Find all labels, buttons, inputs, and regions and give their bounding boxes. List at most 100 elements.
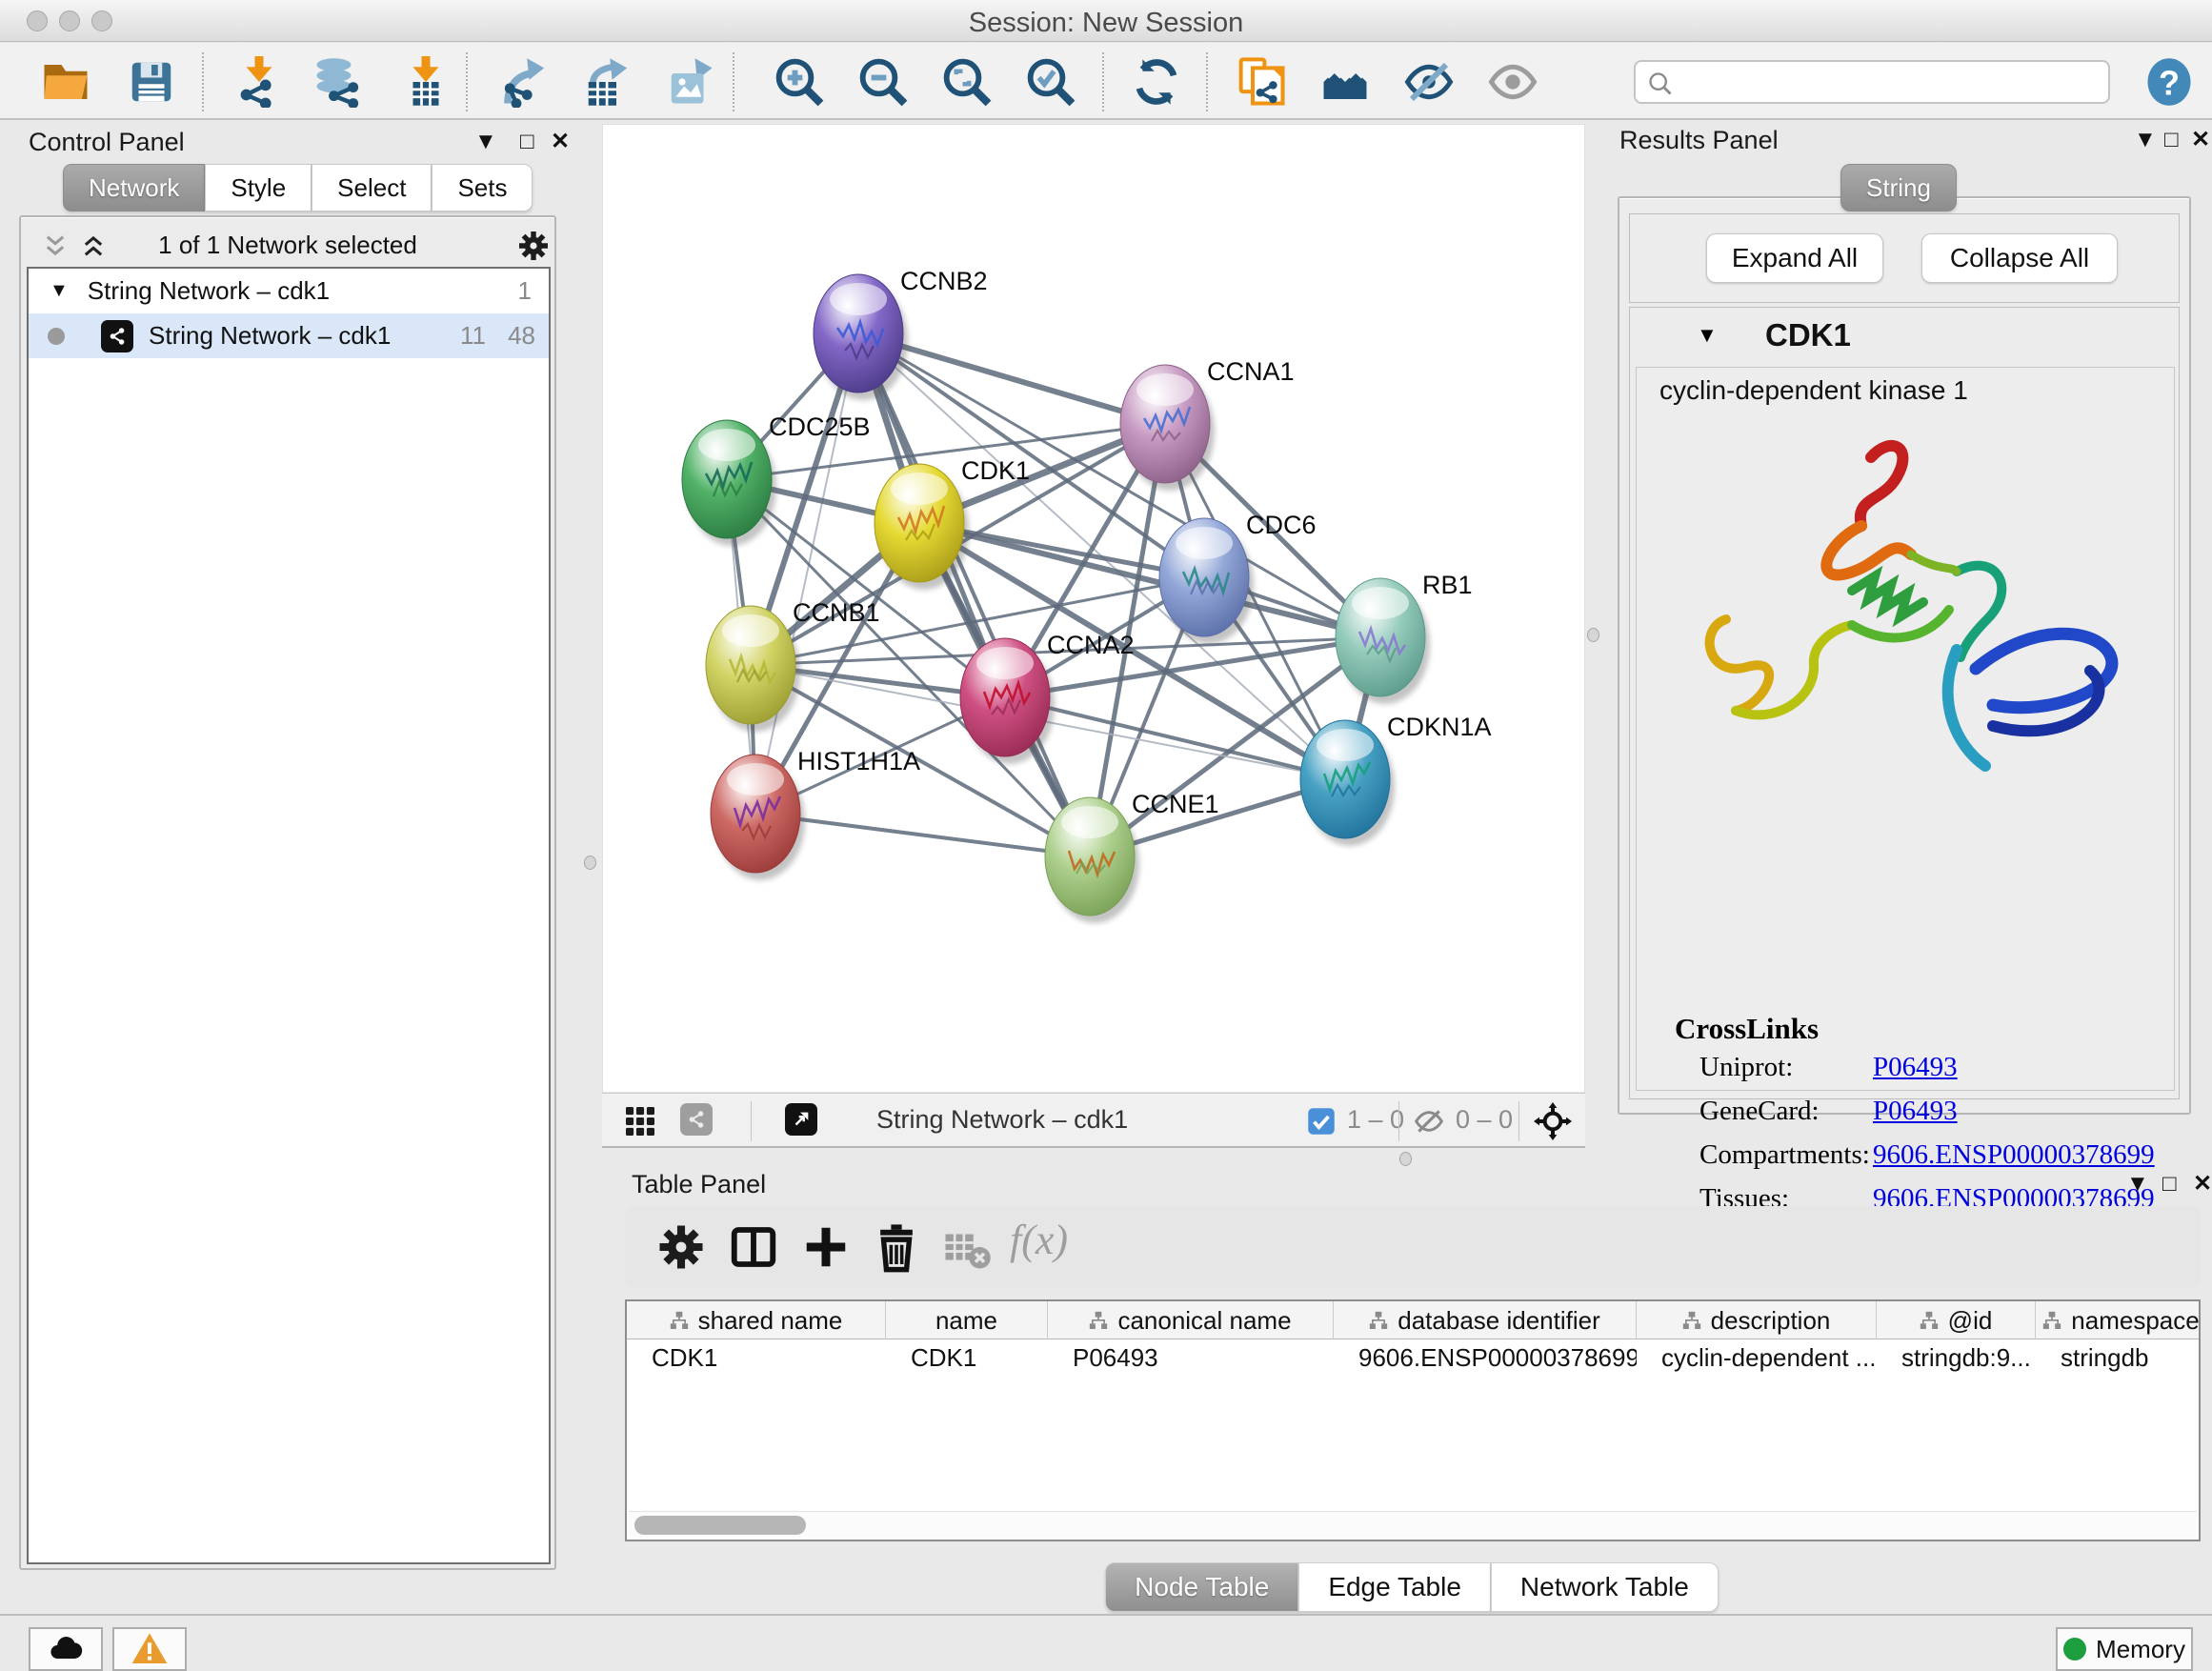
hidden-counter: 0 – 0 [1456, 1105, 1513, 1135]
float-menu-icon[interactable]: ▼ [2134, 126, 2157, 154]
cloud-icon [47, 1630, 85, 1668]
tab-network-table[interactable]: Network Table [1491, 1562, 1719, 1612]
network-node-CDC6[interactable]: CDC6 [1159, 511, 1317, 644]
tab-node-table[interactable]: Node Table [1105, 1562, 1298, 1612]
tab-style[interactable]: Style [205, 164, 312, 211]
collection-count: 1 [518, 276, 532, 306]
hide-selected-icon[interactable] [1403, 56, 1455, 108]
network-row-selected[interactable]: String Network – cdk1 11 48 [29, 313, 549, 358]
network-node-CDC25B[interactable]: CDC25B [682, 413, 871, 546]
close-panel-icon[interactable]: ✕ [2191, 126, 2210, 154]
crosslink-value-link[interactable]: 9606.ENSP00000378699 [1873, 1139, 2155, 1171]
clone-network-icon[interactable] [1236, 56, 1287, 108]
column-header--id[interactable]: @id [1877, 1301, 2036, 1339]
nested-networks-icon[interactable] [1319, 56, 1371, 108]
disclosure-triangle-icon[interactable]: ▼ [50, 280, 69, 302]
tab-string[interactable]: String [1840, 164, 1957, 211]
export-network-icon[interactable] [499, 56, 551, 108]
float-window-icon[interactable]: □ [520, 128, 534, 156]
pan-crosshair-icon[interactable] [1534, 1102, 1572, 1140]
delete-column-icon[interactable] [871, 1221, 922, 1273]
float-window-icon[interactable]: □ [2162, 1170, 2177, 1198]
network-node-CCNB1[interactable]: CCNB1 [706, 598, 880, 732]
table-cell[interactable]: CDK1 [886, 1339, 1048, 1378]
tab-edge-table[interactable]: Edge Table [1298, 1562, 1491, 1612]
network-node-RB1[interactable]: RB1 [1336, 571, 1473, 704]
network-node-CCNA1[interactable]: CCNA1 [1120, 357, 1295, 491]
export-table-icon[interactable] [582, 56, 633, 108]
close-panel-icon[interactable]: ✕ [2193, 1170, 2212, 1198]
string-network-graph[interactable]: CCNB2 CCNA1 CDC25BCDK1 CDC6RB1 CCNB1 CCNA2 CDK… [603, 125, 1586, 1094]
import-network-icon[interactable] [233, 56, 285, 108]
save-session-icon[interactable] [126, 56, 177, 108]
column-header-namespace[interactable]: namespace [2036, 1301, 2201, 1339]
tab-sets[interactable]: Sets [432, 164, 533, 211]
scrollbar-thumb[interactable] [634, 1516, 806, 1535]
status-footer: Memory [0, 1614, 2212, 1671]
network-options-gear-icon[interactable] [516, 229, 551, 263]
network-node-CDKN1A[interactable]: CDKN1A [1300, 713, 1492, 846]
help-icon[interactable]: ? [2143, 56, 2195, 108]
delete-table-icon [941, 1221, 993, 1273]
float-window-icon[interactable]: □ [2164, 126, 2179, 154]
float-menu-icon[interactable]: ▼ [474, 128, 497, 156]
warning-icon [131, 1630, 169, 1668]
column-header-name[interactable]: name [886, 1301, 1048, 1339]
close-panel-icon[interactable]: ✕ [551, 128, 570, 156]
selected-counter: 1 – 0 [1347, 1105, 1404, 1135]
node-table[interactable]: shared namenamecanonical namedatabase id… [625, 1299, 2201, 1541]
float-menu-icon[interactable]: ▼ [2126, 1170, 2149, 1198]
zoom-fit-icon[interactable] [941, 56, 993, 108]
network-node-HIST1H1A[interactable]: HIST1H1A [711, 747, 920, 880]
show-columns-icon[interactable] [728, 1221, 779, 1273]
search-input[interactable] [1681, 66, 2101, 98]
gene-entry-cdk1: ▼ CDK1 cyclin-dependent kinase 1 [1629, 307, 2180, 1099]
bottom-splitter-handle[interactable] [1399, 1152, 1412, 1166]
zoom-selected-icon[interactable] [1025, 56, 1076, 108]
table-cell[interactable]: 9606.ENSP00000378699 [1334, 1339, 1637, 1378]
network-share-icon[interactable] [680, 1103, 713, 1136]
warnings-button[interactable] [112, 1627, 187, 1671]
zoom-in-icon[interactable] [774, 56, 825, 108]
node-label-CDC25B: CDC25B [769, 413, 871, 441]
column-header-shared-name[interactable]: shared name [627, 1301, 886, 1339]
table-cell[interactable]: CDK1 [627, 1339, 886, 1378]
network-canvas[interactable]: CCNB2 CCNA1 CDC25BCDK1 CDC6RB1 CCNB1 CCNA2 CDK… [602, 124, 1585, 1093]
birds-eye-view-icon[interactable] [785, 1103, 817, 1136]
zoom-out-icon[interactable] [857, 56, 909, 108]
table-cell[interactable]: stringdb [2036, 1339, 2201, 1378]
network-node-CDK1[interactable]: CDK1 [875, 456, 1030, 590]
horizontal-scrollbar[interactable] [629, 1511, 2197, 1538]
import-network-from-database-icon[interactable] [312, 56, 364, 108]
table-row[interactable]: CDK1CDK1P064939606.ENSP00000378699cyclin… [627, 1339, 2199, 1378]
selected-checkbox-icon[interactable] [1307, 1107, 1336, 1136]
refresh-icon[interactable] [1131, 56, 1182, 108]
column-header-database-identifier[interactable]: database identifier [1334, 1301, 1637, 1339]
table-cell[interactable]: cyclin-dependent ... [1637, 1339, 1877, 1378]
network-node-CCNB2[interactable]: CCNB2 [814, 267, 988, 400]
crosslink-value-link[interactable]: P06493 [1873, 1052, 1958, 1083]
import-table-icon[interactable] [400, 56, 452, 108]
network-node-CCNE1[interactable]: CCNE1 [1045, 790, 1219, 923]
table-cell[interactable]: P06493 [1048, 1339, 1334, 1378]
memory-button[interactable]: Memory [2056, 1627, 2193, 1671]
column-header-description[interactable]: description [1637, 1301, 1877, 1339]
create-column-icon[interactable] [800, 1221, 852, 1273]
left-splitter-handle[interactable] [584, 856, 596, 870]
node-label-CCNA2: CCNA2 [1047, 631, 1135, 659]
entry-disclosure-icon[interactable]: ▼ [1697, 323, 1718, 348]
expand-all-button[interactable]: Expand All [1706, 233, 1883, 283]
column-header-canonical-name[interactable]: canonical name [1048, 1301, 1334, 1339]
right-splitter-handle[interactable] [1587, 628, 1599, 642]
network-collection-row[interactable]: ▼ String Network – cdk1 1 [29, 269, 549, 313]
grid-view-icon[interactable] [623, 1104, 657, 1138]
collapse-all-button[interactable]: Collapse All [1921, 233, 2118, 283]
tab-select[interactable]: Select [312, 164, 432, 211]
open-session-icon[interactable] [40, 56, 91, 108]
table-cell[interactable]: stringdb:9... [1877, 1339, 2036, 1378]
export-image-icon[interactable] [665, 56, 716, 108]
tab-network[interactable]: Network [63, 164, 205, 211]
table-options-gear-icon[interactable] [655, 1221, 707, 1273]
crosslink-value-link[interactable]: P06493 [1873, 1096, 1958, 1127]
cloud-status-button[interactable] [29, 1627, 103, 1671]
